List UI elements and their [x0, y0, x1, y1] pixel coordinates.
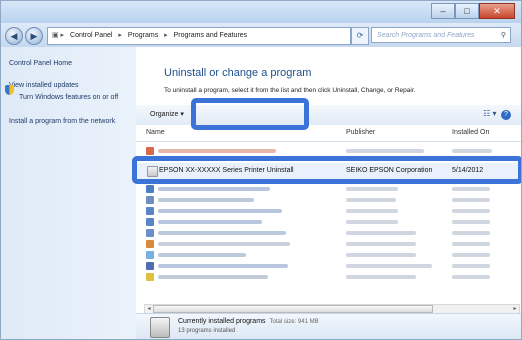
sidebar-item-control-panel-home[interactable]: Control Panel Home: [9, 59, 72, 68]
title-bar: – □ ✕: [1, 1, 521, 23]
organize-button[interactable]: Organize ▾: [150, 110, 184, 118]
list-item-blurred[interactable]: [144, 250, 521, 260]
sidebar-item-view-installed-updates[interactable]: View installed updates: [9, 81, 79, 90]
forward-button[interactable]: ▶: [25, 27, 43, 45]
list-item-blurred[interactable]: [144, 217, 521, 227]
sidebar-item-windows-features[interactable]: Turn Windows features on or off: [19, 93, 131, 102]
address-bar-area: ◀ ▶ ▣ ▸ Control Panel ▸ Programs ▸ Progr…: [1, 23, 521, 47]
scroll-left-icon[interactable]: ◂: [145, 305, 153, 313]
list-item-blurred[interactable]: [144, 184, 521, 194]
window-controls: – □ ✕: [431, 3, 515, 19]
program-icon: [146, 240, 154, 248]
search-icon: ⚲: [500, 32, 506, 39]
help-icon[interactable]: ?: [501, 110, 511, 120]
minimize-button[interactable]: –: [431, 3, 455, 19]
breadcrumb-chevron-icon: ▸: [164, 32, 168, 39]
program-icon: [146, 207, 154, 215]
details-title-line: Currently installed programs Total size: …: [178, 318, 319, 325]
program-icon: [146, 229, 154, 237]
page-title: Uninstall or change a program: [164, 67, 312, 79]
address-bar[interactable]: ▣ ▸ Control Panel ▸ Programs ▸ Programs …: [47, 27, 351, 45]
task-sidebar: Control Panel Home View installed update…: [1, 47, 136, 339]
shield-icon: [5, 85, 14, 95]
control-panel-icon: ▣ ▸: [52, 32, 65, 39]
scrollbar-thumb[interactable]: [153, 305, 433, 313]
details-total-size: Total size: 941 MB: [269, 319, 319, 325]
list-item-blurred[interactable]: [144, 228, 521, 238]
search-placeholder: Search Programs and Features: [377, 32, 475, 39]
close-button[interactable]: ✕: [479, 3, 515, 19]
column-publisher[interactable]: Publisher: [346, 129, 375, 136]
list-item-blurred[interactable]: [144, 206, 521, 216]
program-icon: [146, 262, 154, 270]
list-item-blurred[interactable]: [144, 239, 521, 249]
view-options-icon[interactable]: ☷ ▾ ?: [483, 109, 511, 120]
selected-row-highlight: [132, 156, 521, 184]
details-program-count: 13 programs installed: [178, 328, 236, 334]
breadcrumb-programs[interactable]: Programs: [128, 32, 158, 39]
list-item-blurred[interactable]: [144, 146, 521, 156]
list-item-blurred[interactable]: [144, 272, 521, 282]
breadcrumb-programs-and-features[interactable]: Programs and Features: [174, 32, 248, 39]
maximize-button[interactable]: □: [455, 3, 479, 19]
details-pane: Currently installed programs Total size: …: [136, 313, 521, 339]
search-field-highlight: [191, 98, 309, 130]
breadcrumb-chevron-icon: ▸: [118, 32, 122, 39]
program-icon: [146, 185, 154, 193]
search-input[interactable]: Search Programs and Features ⚲: [371, 27, 511, 43]
back-button[interactable]: ◀: [5, 27, 23, 45]
scroll-right-icon[interactable]: ▸: [511, 305, 519, 313]
main-content: Uninstall or change a program To uninsta…: [136, 47, 521, 339]
installed-programs-icon: [150, 317, 170, 338]
program-icon: [146, 251, 154, 259]
details-title: Currently installed programs: [178, 318, 266, 325]
program-icon: [146, 196, 154, 204]
breadcrumb-control-panel[interactable]: Control Panel: [70, 32, 112, 39]
list-item-blurred[interactable]: [144, 195, 521, 205]
list-item-blurred[interactable]: [144, 261, 521, 271]
refresh-button[interactable]: ⟳: [351, 27, 369, 45]
program-icon: [146, 218, 154, 226]
programs-and-features-window: – □ ✕ ◀ ▶ ▣ ▸ Control Panel ▸ Programs ▸…: [0, 0, 522, 340]
program-icon: [146, 147, 154, 155]
column-name[interactable]: Name: [146, 129, 165, 136]
column-installed-on[interactable]: Installed On: [452, 129, 489, 136]
program-icon: [146, 273, 154, 281]
page-instructions: To uninstall a program, select it from t…: [164, 87, 416, 94]
sidebar-item-install-from-network[interactable]: Install a program from the network: [9, 117, 127, 126]
